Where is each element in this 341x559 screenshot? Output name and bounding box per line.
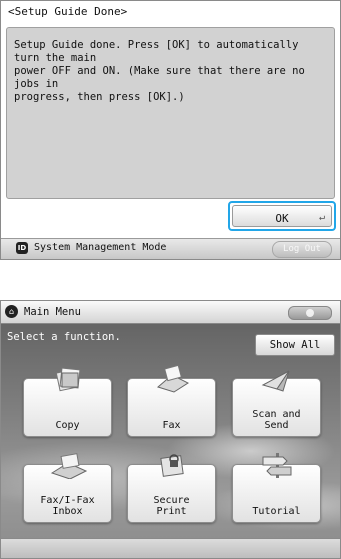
setup-guide-done-screen: <Setup Guide Done> Setup Guide done. Pre… [0,0,341,260]
fax-label: Fax [162,420,181,431]
tutorial-button[interactable]: Tutorial [232,453,321,523]
settings-button[interactable] [288,306,332,320]
main-menu-screen: ⌂ Main Menu Select a function. Show All … [0,300,341,559]
enter-icon: ↵ [318,212,325,223]
dialog-title: <Setup Guide Done> [8,5,128,18]
fax-icon [156,365,190,393]
main-menu-title: Main Menu [24,306,81,318]
message-panel: Setup Guide done. Press [OK] to automati… [6,27,335,199]
ok-button[interactable]: OK ↵ [228,201,336,231]
fax-inbox-icon [50,453,88,479]
fax-button[interactable]: Fax [127,365,216,437]
home-icon: ⌂ [5,305,18,318]
main-menu-footer [1,538,340,558]
tutorial-label: Tutorial [252,506,301,517]
status-bar: ID System Management Mode Log Out [1,238,340,259]
copy-label: Copy [55,420,80,431]
secure-print-button[interactable]: Secure Print [127,454,216,523]
ok-button-label: OK [275,212,289,225]
select-function-prompt: Select a function. [7,331,121,343]
setup-done-message: Setup Guide done. Press [OK] to automati… [14,39,305,103]
logout-button[interactable]: Log Out [272,241,332,258]
scan-and-send-label: Scan and Send [252,409,301,431]
system-management-mode-label: System Management Mode [34,242,167,253]
settings-dot-icon [306,309,314,317]
scan-send-icon [261,370,290,392]
fax-i-fax-inbox-label: Fax/I-Fax Inbox [40,495,95,517]
show-all-button[interactable]: Show All [255,334,335,356]
tutorial-icon [262,453,292,478]
fax-i-fax-inbox-button[interactable]: Fax/I-Fax Inbox [23,453,112,523]
main-menu-header: ⌂ Main Menu [1,301,340,324]
ok-button-face[interactable]: OK ↵ [232,205,332,227]
secure-print-label: Secure Print [153,495,190,517]
copy-button[interactable]: Copy [23,367,112,437]
copy-icon [55,367,81,392]
id-badge-icon: ID [16,242,28,254]
secure-print-icon [160,454,184,477]
scan-and-send-button[interactable]: Scan and Send [232,370,321,437]
